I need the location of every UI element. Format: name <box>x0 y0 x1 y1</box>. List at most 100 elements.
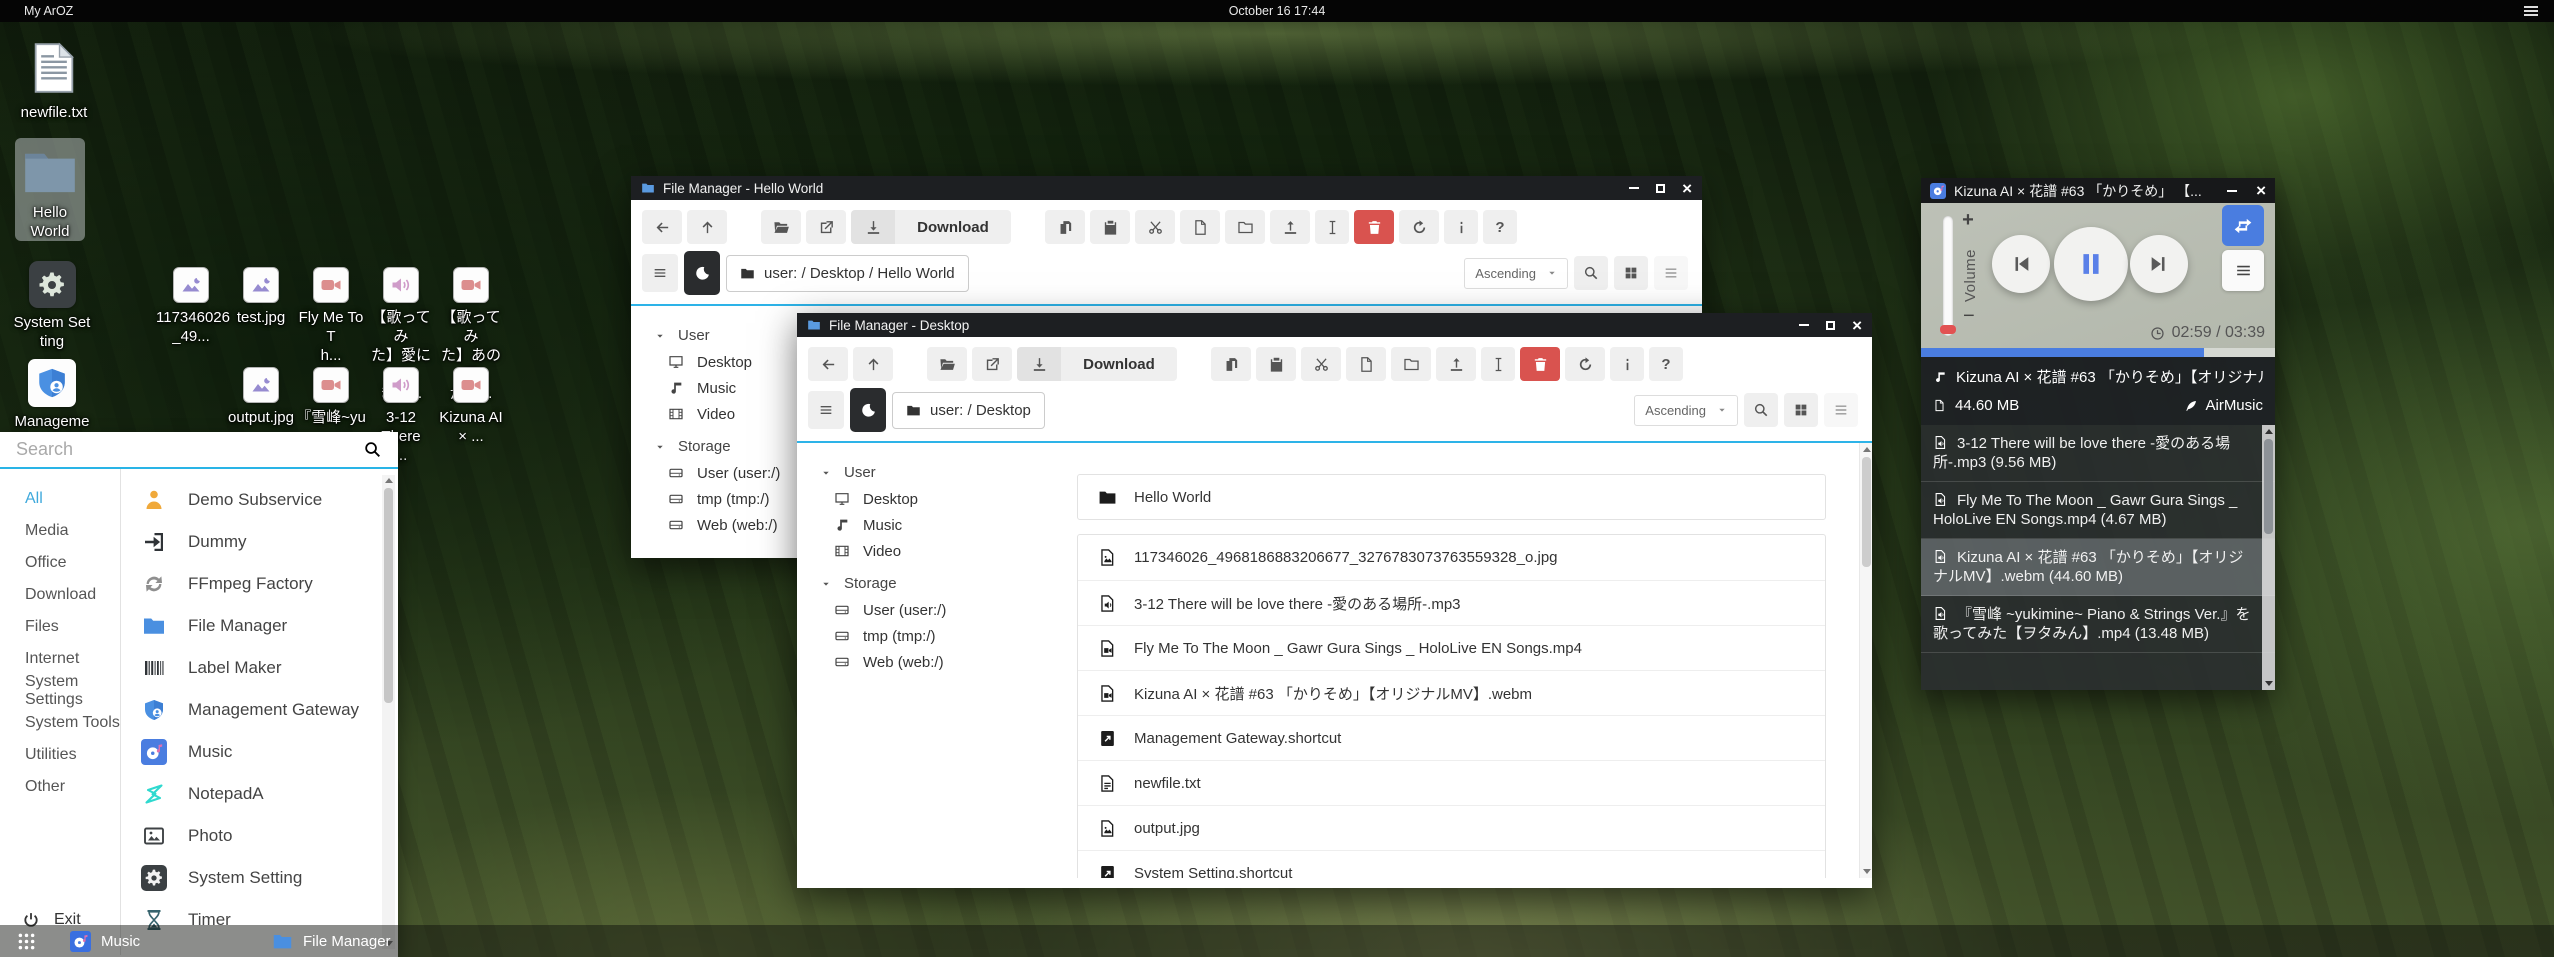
volume-down-button[interactable]: − <box>1963 305 1975 328</box>
help-button[interactable]: ? <box>1649 347 1683 381</box>
app-list-scrollbar[interactable] <box>382 475 395 949</box>
desktop-icon-gateway[interactable]: Manageme <box>7 359 97 431</box>
next-track-button[interactable] <box>2130 235 2188 293</box>
new-folder-button[interactable] <box>1391 347 1431 381</box>
cut-button[interactable] <box>1135 210 1175 244</box>
sidebar-item-music[interactable]: Music <box>655 375 816 401</box>
breadcrumb[interactable]: user: / Desktop <box>892 392 1045 429</box>
category-files[interactable]: Files <box>0 611 120 643</box>
app-ffmpeg-factory[interactable]: FFmpeg Factory <box>121 563 398 605</box>
scrollbar[interactable] <box>1859 443 1872 878</box>
back-button[interactable] <box>808 347 848 381</box>
up-button[interactable] <box>687 210 727 244</box>
airmusic-button[interactable]: AirMusic <box>2184 397 2263 414</box>
file-row[interactable]: 117346026_4968186883206677_3276783073763… <box>1078 535 1825 580</box>
refresh-button[interactable] <box>1565 347 1605 381</box>
app-file-manager[interactable]: File Manager <box>121 605 398 647</box>
sidebar-item-web-drive[interactable]: Web (web:/) <box>821 649 1048 675</box>
search-button[interactable] <box>1574 256 1608 290</box>
app-management-gateway[interactable]: Management Gateway <box>121 689 398 731</box>
desktop-icon-media[interactable]: Kizuna AI × ... <box>436 367 506 446</box>
refresh-button[interactable] <box>1399 210 1439 244</box>
titlebar[interactable]: File Manager - Hello World × <box>631 176 1702 200</box>
download-button[interactable]: Download <box>851 210 1011 244</box>
paste-button[interactable] <box>1256 347 1296 381</box>
close-button[interactable]: × <box>1682 180 1692 197</box>
app-launcher-icon[interactable] <box>16 931 37 952</box>
info-button[interactable] <box>1444 210 1478 244</box>
repeat-button[interactable] <box>2222 205 2264 246</box>
copy-button[interactable] <box>1211 347 1251 381</box>
desktop-icon-helloworld[interactable]: Hello World <box>15 138 85 241</box>
new-file-button[interactable] <box>1346 347 1386 381</box>
copy-button[interactable] <box>1045 210 1085 244</box>
titlebar[interactable]: File Manager - Desktop × <box>797 313 1872 337</box>
category-utilities[interactable]: Utilities <box>0 739 120 771</box>
sidebar-item-user-drive[interactable]: User (user:/) <box>821 597 1048 623</box>
back-button[interactable] <box>642 210 682 244</box>
volume-slider[interactable] <box>1943 216 1953 336</box>
dark-mode-button[interactable] <box>850 388 886 432</box>
sort-dropdown[interactable]: Ascending <box>1634 395 1738 426</box>
app-dummy[interactable]: Dummy <box>121 521 398 563</box>
grid-view-button[interactable] <box>1784 393 1818 427</box>
app-music[interactable]: Music <box>121 731 398 773</box>
minimize-button[interactable] <box>1799 324 1809 326</box>
list-view-button[interactable] <box>1654 256 1688 290</box>
breadcrumb[interactable]: user: / Desktop / Hello World <box>726 255 969 292</box>
file-row[interactable]: Hello World <box>1078 475 1825 520</box>
upload-button[interactable] <box>1270 210 1310 244</box>
app-notepada[interactable]: NotepadA <box>121 773 398 815</box>
dark-mode-button[interactable] <box>684 251 720 295</box>
playlist-menu-button[interactable] <box>2222 250 2264 291</box>
topbar-hamburger-icon[interactable] <box>2524 6 2538 18</box>
scroll-up-icon[interactable] <box>1863 447 1871 452</box>
scroll-down-icon[interactable] <box>1863 869 1871 874</box>
file-row[interactable]: Management Gateway.shortcut <box>1078 715 1825 760</box>
list-view-button[interactable] <box>1824 393 1858 427</box>
scrollbar-thumb[interactable] <box>2264 439 2273 534</box>
info-button[interactable] <box>1610 347 1644 381</box>
search-input[interactable] <box>16 439 346 460</box>
sidebar-item-tmp-drive[interactable]: tmp (tmp:/) <box>821 623 1048 649</box>
sort-dropdown[interactable]: Ascending <box>1464 258 1568 289</box>
sidebar-group-storage[interactable]: Storage <box>821 570 1048 597</box>
desktop-icon-systemsetting[interactable]: System Set ting <box>7 261 97 351</box>
close-button[interactable]: × <box>2256 182 2266 199</box>
open-new-window-button[interactable] <box>806 210 846 244</box>
grid-view-button[interactable] <box>1614 256 1648 290</box>
delete-button[interactable] <box>1354 210 1394 244</box>
file-row[interactable]: 3-12 There will be love there -愛のある場所-.m… <box>1078 580 1825 625</box>
sidebar-group-user[interactable]: User <box>655 322 816 349</box>
paste-button[interactable] <box>1090 210 1130 244</box>
category-all[interactable]: All <box>0 483 120 515</box>
playlist-item[interactable]: Fly Me To The Moon _ Gawr Gura Sings _ H… <box>1921 482 2275 539</box>
playlist-item[interactable]: 3-12 There will be love there -愛のある場所-.m… <box>1921 425 2275 482</box>
category-download[interactable]: Download <box>0 579 120 611</box>
category-media[interactable]: Media <box>0 515 120 547</box>
category-internet[interactable]: Internet <box>0 643 120 675</box>
desktop-icon-newfile[interactable]: newfile.txt <box>10 42 98 122</box>
app-photo[interactable]: Photo <box>121 815 398 857</box>
open-button[interactable] <box>761 210 801 244</box>
scrollbar-thumb[interactable] <box>384 488 393 703</box>
category-system-tools[interactable]: System Tools <box>0 707 120 739</box>
sidebar-item-desktop[interactable]: Desktop <box>821 486 1048 512</box>
desktop-icon-media[interactable]: test.jpg <box>226 267 296 327</box>
sidebar-item-tmp-drive[interactable]: tmp (tmp:/) <box>655 486 816 512</box>
minimize-button[interactable] <box>2227 190 2237 192</box>
playlist-item-selected[interactable]: Kizuna AI × 花譜 #63 「かりそめ」【オリジナルMV】.webm … <box>1921 539 2275 596</box>
file-row[interactable]: output.jpg <box>1078 805 1825 850</box>
category-system-settings[interactable]: System Settings <box>0 675 120 707</box>
rename-button[interactable] <box>1481 347 1515 381</box>
desktop-icon-media[interactable]: Fly Me To T h... <box>296 267 366 365</box>
sidebar-item-music[interactable]: Music <box>821 512 1048 538</box>
desktop-icon-media[interactable]: output.jpg <box>226 367 296 427</box>
app-system-setting[interactable]: System Setting <box>121 857 398 899</box>
open-new-window-button[interactable] <box>972 347 1012 381</box>
category-other[interactable]: Other <box>0 771 120 803</box>
minimize-button[interactable] <box>1629 187 1639 189</box>
sidebar-group-user[interactable]: User <box>821 459 1048 486</box>
help-button[interactable]: ? <box>1483 210 1517 244</box>
maximize-button[interactable] <box>1656 184 1665 193</box>
